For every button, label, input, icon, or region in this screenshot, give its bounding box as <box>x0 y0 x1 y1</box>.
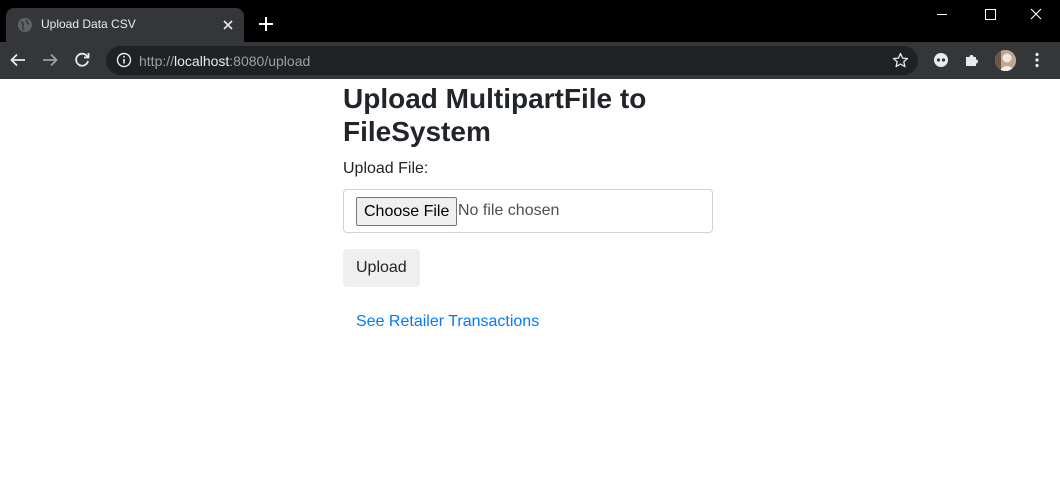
close-icon[interactable] <box>220 17 236 33</box>
minimize-icon[interactable] <box>919 0 965 30</box>
reload-icon[interactable] <box>73 51 91 69</box>
tab-title: Upload Data CSV <box>41 17 136 31</box>
upload-file-label: Upload File: <box>343 160 429 177</box>
address-bar[interactable]: http://localhost:8080/upload <box>106 46 918 75</box>
tab-upload-data-csv[interactable]: Upload Data CSV <box>6 8 244 42</box>
upload-form-container: Upload MultipartFile to FileSystem Uploa… <box>343 79 723 331</box>
info-icon[interactable] <box>116 52 132 68</box>
extension-icon[interactable] <box>932 51 950 69</box>
page-title: Upload MultipartFile to FileSystem <box>343 83 647 147</box>
puzzle-icon[interactable] <box>963 51 981 69</box>
window-close-icon[interactable] <box>1013 0 1059 30</box>
star-icon[interactable] <box>892 52 909 69</box>
globe-icon <box>18 18 32 32</box>
tab-strip: Upload Data CSV <box>0 0 1060 42</box>
maximize-icon[interactable] <box>967 0 1013 30</box>
url-scheme: http:// <box>139 53 175 69</box>
url-path: :8080/upload <box>229 53 311 69</box>
file-input[interactable]: Choose File No file chosen <box>343 189 713 233</box>
plus-icon[interactable] <box>257 15 275 33</box>
forward-icon[interactable] <box>41 51 59 69</box>
choose-file-button[interactable]: Choose File <box>356 197 458 226</box>
back-icon[interactable] <box>9 51 27 69</box>
url-text: http://localhost:8080/upload <box>139 53 310 69</box>
upload-button[interactable]: Upload <box>343 249 420 287</box>
more-icon[interactable] <box>1028 51 1046 69</box>
url-host: localhost <box>174 53 230 69</box>
avatar[interactable] <box>995 50 1016 71</box>
no-file-chosen-text: No file chosen <box>458 202 560 219</box>
browser-toolbar: http://localhost:8080/upload <box>0 42 1060 79</box>
see-retailer-transactions-link[interactable]: See Retailer Transactions <box>356 313 723 331</box>
